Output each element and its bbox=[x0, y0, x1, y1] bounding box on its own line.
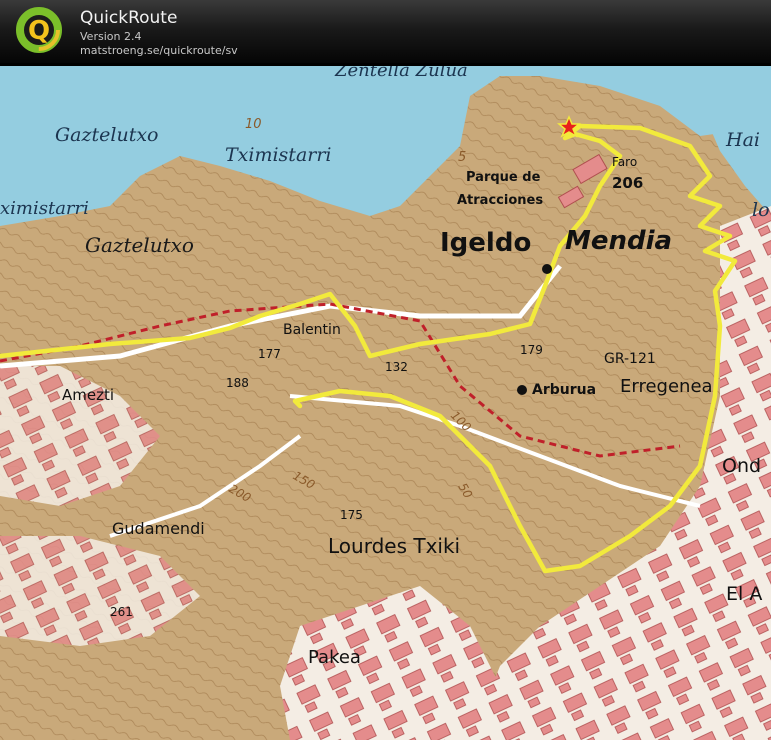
point-marker bbox=[542, 264, 552, 274]
app-header: Q QuickRoute Version 2.4 matstroeng.se/q… bbox=[0, 0, 771, 63]
label-depth-5: 5 bbox=[458, 150, 466, 165]
label-lourdes-txiki: Lourdes Txiki bbox=[328, 534, 460, 558]
label-erregenea: Erregenea bbox=[620, 376, 713, 397]
app-title: QuickRoute bbox=[80, 8, 178, 28]
label-balentin: Balentin bbox=[283, 322, 341, 338]
height-175: 175 bbox=[340, 508, 363, 522]
label-gudamendi: Gudamendi bbox=[112, 519, 205, 538]
logo-letter: Q bbox=[28, 16, 50, 46]
height-179: 179 bbox=[520, 343, 543, 357]
label-depth-10: 10 bbox=[245, 117, 262, 132]
label-lo: lo bbox=[752, 199, 770, 221]
label-parque-2: Atracciones bbox=[457, 193, 543, 208]
label-arburua: Arburua bbox=[532, 382, 596, 398]
label-pakea: Pakea bbox=[308, 647, 361, 668]
label-tximistarri-sea: Tximistarri bbox=[225, 144, 332, 166]
map-view[interactable]: Zentella Zulua Gaztelutxo Tximistarri xi… bbox=[0, 66, 771, 740]
label-gaztelutxo-sea: Gaztelutxo bbox=[55, 124, 159, 146]
label-el: El A bbox=[726, 583, 762, 605]
label-parque-1: Parque de bbox=[466, 170, 541, 185]
label-faro: Faro bbox=[612, 155, 637, 169]
height-177: 177 bbox=[258, 347, 281, 361]
label-hai: Hai bbox=[725, 129, 760, 151]
topographic-map: Zentella Zulua Gaztelutxo Tximistarri xi… bbox=[0, 66, 771, 740]
app-url: matstroeng.se/quickroute/sv bbox=[80, 44, 238, 57]
height-132: 132 bbox=[385, 360, 408, 374]
label-amezti: Amezti bbox=[62, 386, 114, 404]
app-version: Version 2.4 bbox=[80, 30, 142, 43]
label-mendia: Mendia bbox=[565, 226, 672, 256]
label-gr121: GR-121 bbox=[604, 351, 656, 367]
point-marker bbox=[517, 385, 527, 395]
label-tximistarri-cut: ximistarri bbox=[0, 198, 89, 219]
label-gaztelutxo-land: Gaztelutxo bbox=[85, 233, 194, 257]
label-zentella: Zentella Zulua bbox=[334, 66, 468, 81]
label-ond: Ond bbox=[722, 455, 761, 477]
height-261: 261 bbox=[110, 605, 133, 619]
quickroute-window: Q QuickRoute Version 2.4 matstroeng.se/q… bbox=[0, 0, 771, 740]
label-igeldo: Igeldo bbox=[440, 228, 531, 258]
quickroute-logo-icon: Q bbox=[16, 7, 62, 53]
height-188: 188 bbox=[226, 376, 249, 390]
label-height-206: 206 bbox=[612, 174, 643, 192]
